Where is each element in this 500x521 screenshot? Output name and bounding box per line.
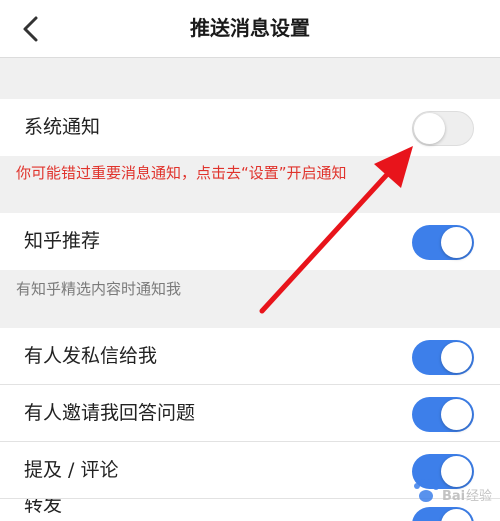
recommend-hint: 有知乎精选内容时通知我 xyxy=(16,280,182,298)
settings-row-invite-answer[interactable]: 有人邀请我回答问题 xyxy=(0,385,500,442)
toggle-knob xyxy=(414,113,445,144)
settings-row-zhihu-recommend[interactable]: 知乎推荐 xyxy=(0,213,500,270)
invite-answer-toggle[interactable] xyxy=(412,397,474,432)
baidu-watermark: Bai 经验 xyxy=(388,466,498,516)
toggle-knob xyxy=(441,399,472,430)
zhihu-recommend-toggle[interactable] xyxy=(412,225,474,260)
settings-row-private-message[interactable]: 有人发私信给我 xyxy=(0,328,500,385)
private-message-label: 有人发私信给我 xyxy=(24,345,158,367)
toggle-knob xyxy=(441,342,472,373)
system-notification-toggle[interactable] xyxy=(412,111,474,146)
private-message-toggle[interactable] xyxy=(412,340,474,375)
nav-header: 推送消息设置 xyxy=(0,0,500,58)
system-notification-hint[interactable]: 你可能错过重要消息通知，点击去“设置”开启通知 xyxy=(16,162,347,183)
chevron-left-icon xyxy=(23,16,38,42)
invite-answer-label: 有人邀请我回答问题 xyxy=(24,402,196,424)
toggle-knob xyxy=(441,227,472,258)
system-notification-label: 系统通知 xyxy=(24,116,101,138)
repost-label: 转发 xyxy=(24,499,63,516)
mention-comment-label: 提及 / 评论 xyxy=(24,459,119,481)
back-button[interactable] xyxy=(14,12,48,46)
page-title: 推送消息设置 xyxy=(190,16,310,40)
svg-text:经验: 经验 xyxy=(466,488,492,504)
settings-row-system-notification[interactable]: 系统通知 xyxy=(0,99,500,156)
svg-text:Bai: Bai xyxy=(442,489,465,504)
baidu-paw-logo: Bai 经验 xyxy=(414,479,492,504)
zhihu-recommend-label: 知乎推荐 xyxy=(24,230,101,252)
